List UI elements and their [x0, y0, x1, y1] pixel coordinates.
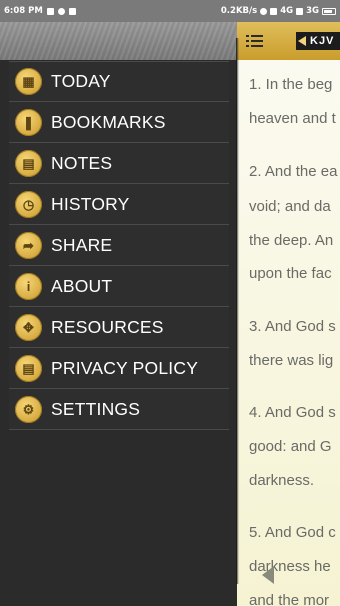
verse-line: there was lig — [249, 352, 334, 369]
menu-item-settings[interactable]: ⚙ SETTINGS — [9, 389, 229, 430]
verse-line: upon the fac — [249, 265, 332, 282]
network-type: 4G — [280, 6, 294, 16]
resources-arrows-icon: ✥ — [15, 313, 42, 341]
menu-item-notes[interactable]: ▤ NOTES — [9, 143, 229, 184]
menu-item-resources[interactable]: ✥ RESOURCES — [9, 307, 229, 348]
gear-icon: ⚙ — [15, 395, 42, 423]
status-bar: 6:08 PM 0.2KB/s 4G 3G — [0, 0, 340, 22]
menu-item-label: HISTORY — [51, 193, 130, 214]
menu-item-label: SETTINGS — [51, 398, 141, 419]
version-label: KJV — [310, 35, 335, 47]
app-notification-icon — [68, 7, 76, 15]
menu-item-label: RESOURCES — [51, 316, 164, 337]
menu-item-bookmarks[interactable]: ❚ BOOKMARKS — [9, 102, 229, 143]
notes-icon: ▤ — [15, 149, 42, 177]
scripture-content[interactable]: 1. In the beg heaven and t 2. And the ea… — [237, 60, 340, 606]
drawer-menu: ▦ TODAY ❚ BOOKMARKS ▤ NOTES ◷ HISTORY ➦ … — [9, 61, 229, 430]
verse-line: the deep. An — [249, 232, 334, 249]
signal-icon — [270, 7, 278, 15]
alarm-icon — [260, 7, 268, 15]
network-speed: 0.2KB/s — [220, 6, 258, 16]
drawer-header — [0, 22, 237, 60]
notification-icon — [46, 7, 54, 15]
verse-line: 5. And God c — [249, 524, 336, 541]
navigation-drawer: ▦ TODAY ❚ BOOKMARKS ▤ NOTES ◷ HISTORY ➦ … — [0, 22, 237, 606]
menu-item-share[interactable]: ➦ SHARE — [9, 225, 229, 266]
battery-icon — [322, 7, 336, 15]
messenger-icon — [57, 7, 65, 15]
verse-line: 3. And God s — [249, 318, 336, 335]
verse-line: heaven and t — [249, 110, 336, 127]
clock: 6:08 PM — [4, 6, 43, 16]
verse-line: darkness. — [249, 472, 315, 489]
previous-chapter-arrow-icon[interactable] — [262, 566, 274, 584]
menu-item-label: PRIVACY POLICY — [51, 357, 199, 378]
drawer-shadow — [236, 38, 239, 584]
verse-line: good: and G — [249, 438, 332, 455]
menu-item-label: BOOKMARKS — [51, 111, 166, 132]
secondary-network-type: 3G — [306, 6, 319, 16]
menu-item-history[interactable]: ◷ HISTORY — [9, 184, 229, 225]
menu-item-about[interactable]: i ABOUT — [9, 266, 229, 307]
verse-line: 4. And God s — [249, 404, 336, 421]
share-icon: ➦ — [15, 231, 42, 259]
history-clock-icon: ◷ — [15, 190, 42, 218]
menu-item-label: SHARE — [51, 234, 113, 255]
menu-item-today[interactable]: ▦ TODAY — [9, 61, 229, 102]
verse-line: 2. And the ea — [249, 163, 338, 180]
version-selector[interactable]: KJV — [296, 32, 340, 50]
verse-line: and the mor — [249, 592, 330, 606]
bookmark-icon: ❚ — [15, 108, 42, 136]
verse-line: 1. In the beg — [249, 76, 333, 93]
menu-item-label: ABOUT — [51, 275, 113, 296]
privacy-document-icon: ▤ — [15, 354, 42, 382]
info-icon: i — [15, 272, 42, 300]
menu-item-label: NOTES — [51, 152, 113, 173]
menu-item-label: TODAY — [51, 71, 111, 91]
menu-item-privacy-policy[interactable]: ▤ PRIVACY POLICY — [9, 348, 229, 389]
verse-line: void; and da — [249, 198, 331, 215]
hamburger-list-icon[interactable] — [242, 30, 270, 52]
calendar-icon: ▦ — [15, 68, 42, 95]
signal-bars-icon — [296, 7, 304, 15]
